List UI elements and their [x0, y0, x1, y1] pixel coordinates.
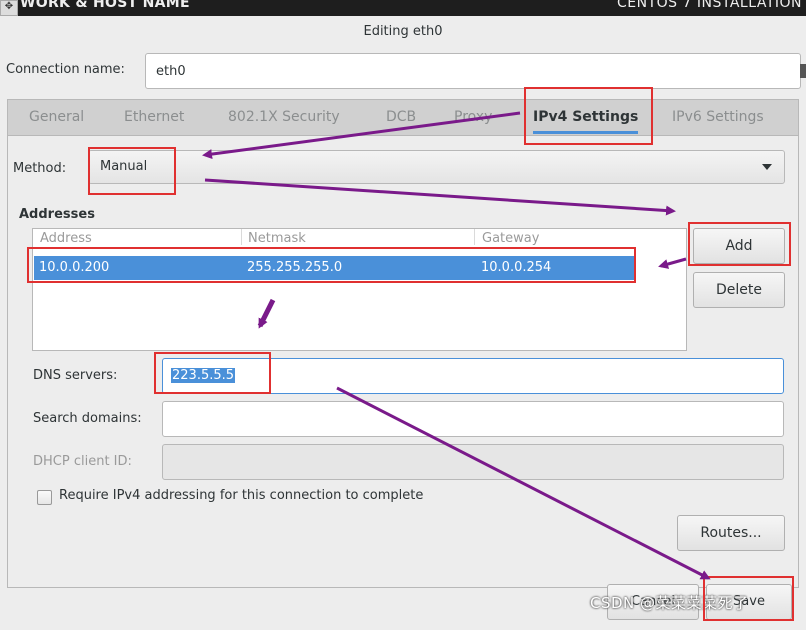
- cell-netmask[interactable]: 255.255.255.0: [247, 260, 342, 275]
- connection-name-input[interactable]: [145, 53, 801, 89]
- column-header-netmask[interactable]: Netmask: [248, 231, 306, 245]
- tab-ipv6-settings[interactable]: IPv6 Settings: [672, 100, 764, 136]
- cell-gateway[interactable]: 10.0.0.254: [481, 260, 551, 275]
- require-ipv4-checkbox[interactable]: [37, 490, 52, 505]
- cell-address[interactable]: 10.0.0.200: [39, 260, 109, 275]
- settings-tabs: General Ethernet 802.1X Security DCB Pro…: [7, 99, 799, 135]
- tab-proxy[interactable]: Proxy: [454, 100, 492, 136]
- csdn-watermark: CSDN @菜菜菜菜死了: [590, 594, 749, 612]
- dialog-title: Editing eth0: [363, 24, 443, 39]
- dropdown-arrow-icon: [762, 164, 772, 170]
- method-label: Method:: [13, 161, 67, 176]
- dhcp-client-id-label: DHCP client ID:: [33, 454, 132, 469]
- tab-dcb[interactable]: DCB: [386, 100, 416, 136]
- addresses-heading: Addresses: [19, 207, 95, 222]
- dhcp-client-id-input[interactable]: [162, 444, 784, 480]
- table-row[interactable]: 10.0.0.200 255.255.255.0 10.0.0.254: [34, 256, 636, 280]
- installer-top-bar: ✥ WORK & HOST NAME CENTOS 7 INSTALLATION: [0, 0, 806, 16]
- edit-connection-dialog: Editing eth0 Connection name: General Et…: [0, 16, 806, 630]
- method-selected-value: Manual: [100, 159, 148, 174]
- addresses-table-header: Address Netmask Gateway: [33, 229, 686, 245]
- search-domains-label: Search domains:: [33, 411, 142, 426]
- dns-servers-selected-text: 223.5.5.5: [171, 368, 236, 383]
- column-header-address[interactable]: Address: [40, 231, 92, 245]
- require-ipv4-label: Require IPv4 addressing for this connect…: [59, 488, 424, 503]
- connection-name-label: Connection name:: [6, 62, 125, 77]
- method-dropdown[interactable]: Manual: [88, 150, 785, 184]
- dns-servers-label: DNS servers:: [33, 368, 118, 383]
- column-separator: [474, 229, 475, 245]
- column-header-gateway[interactable]: Gateway: [482, 231, 539, 245]
- tab-ethernet[interactable]: Ethernet: [124, 100, 184, 136]
- add-address-button[interactable]: Add: [693, 228, 785, 264]
- delete-address-button[interactable]: Delete: [693, 272, 785, 308]
- routes-button[interactable]: Routes...: [677, 515, 785, 551]
- window-edge-scrollbar[interactable]: [800, 64, 806, 78]
- column-separator: [241, 229, 242, 245]
- dns-servers-input[interactable]: 223.5.5.5: [162, 358, 784, 394]
- tab-8021x-security[interactable]: 802.1X Security: [228, 100, 340, 136]
- search-domains-input[interactable]: [162, 401, 784, 437]
- installer-spoke-title: WORK & HOST NAME: [20, 0, 190, 11]
- tab-general[interactable]: General: [29, 100, 84, 136]
- addresses-table[interactable]: Address Netmask Gateway 10.0.0.200 255.2…: [32, 228, 687, 351]
- installer-product-title: CENTOS 7 INSTALLATION: [617, 0, 802, 11]
- tab-ipv4-settings[interactable]: IPv4 Settings: [533, 100, 639, 136]
- move-icon: ✥: [0, 0, 18, 16]
